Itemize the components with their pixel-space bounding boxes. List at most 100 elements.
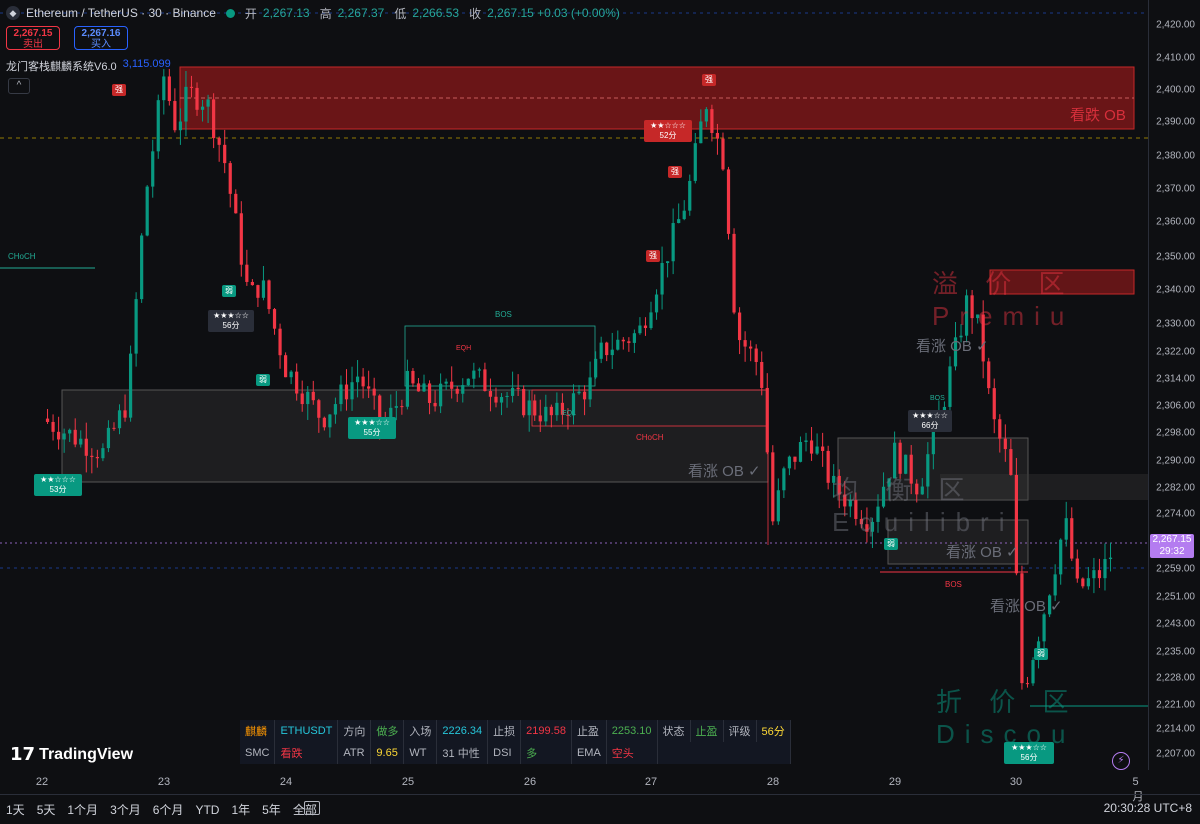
price-tick: 2,380.00 bbox=[1156, 150, 1195, 162]
price-tick: 2,314.00 bbox=[1156, 373, 1195, 385]
buy-button[interactable]: 2,267.16 买入 bbox=[74, 26, 128, 50]
tradingview-logo[interactable]: 𝟭𝟳 TradingView bbox=[10, 744, 133, 765]
calendar-icon[interactable] bbox=[304, 801, 320, 815]
info-value: 31 中性 bbox=[436, 742, 489, 764]
candle-body bbox=[311, 391, 315, 401]
indicator-legend[interactable]: 龙门客栈麒麟系统V6.0 3,115.099 bbox=[6, 58, 171, 74]
range-button[interactable]: 1年 bbox=[225, 801, 256, 818]
chart-svg[interactable] bbox=[0, 0, 1148, 770]
candle-body bbox=[184, 86, 188, 122]
close-value: 2,267.15 +0.03 (+0.00%) bbox=[487, 6, 620, 20]
candle-body bbox=[68, 429, 72, 434]
price-tick: 2,207.00 bbox=[1156, 748, 1195, 760]
candle-body bbox=[1025, 683, 1030, 685]
candle-body bbox=[533, 400, 537, 416]
candle-body bbox=[876, 506, 880, 522]
clock[interactable]: 20:30:28 UTC+8 bbox=[1104, 801, 1192, 815]
price-tick: 2,420.00 bbox=[1156, 19, 1195, 31]
candle-body bbox=[510, 387, 515, 396]
indicator-name: 龙门客栈麒麟系统V6.0 bbox=[6, 61, 117, 73]
premium-zone bbox=[989, 269, 1135, 295]
info-label: 状态 bbox=[657, 720, 691, 742]
eqh-tag: EQH bbox=[456, 345, 472, 352]
strong-tag-3: 强 bbox=[668, 166, 682, 178]
candle-body bbox=[865, 524, 869, 532]
candle-body bbox=[1070, 518, 1074, 559]
price-axis[interactable]: 2,420.00 2,410.00 2,400.00 2,390.00 2,380.00… bbox=[1148, 0, 1200, 770]
candle-body bbox=[223, 144, 227, 164]
price-tick: 2,306.00 bbox=[1156, 400, 1195, 412]
rating-badge-52: ★★☆☆☆ 52分 bbox=[644, 120, 692, 142]
time-axis[interactable]: 22 23 24 25 26 27 28 29 30 5月 bbox=[0, 770, 1148, 803]
info-label: 止损 bbox=[487, 720, 522, 742]
price-tick: 2,282.00 bbox=[1156, 482, 1195, 494]
range-button[interactable]: 5天 bbox=[31, 801, 62, 818]
candle-body bbox=[870, 521, 875, 532]
candle-body bbox=[632, 333, 636, 343]
candle-body bbox=[140, 235, 144, 300]
candle-body bbox=[976, 314, 980, 319]
candle-body bbox=[439, 383, 443, 407]
info-value: 2226.34 bbox=[436, 720, 489, 742]
candle-body bbox=[306, 391, 310, 405]
candle-body bbox=[522, 388, 526, 416]
chart-area[interactable]: 看跌 OB 看涨 OB ✓ 看涨 OB ✓ 看涨 OB ✓ 看涨 OB ✓ 溢 … bbox=[0, 0, 1148, 770]
candle-body bbox=[826, 450, 830, 483]
candle-body bbox=[544, 406, 548, 422]
candle-body bbox=[588, 377, 592, 400]
range-button[interactable]: YTD bbox=[189, 803, 225, 817]
indicator-value: 3,115.099 bbox=[122, 58, 171, 70]
candle-body bbox=[112, 427, 116, 429]
candle-body bbox=[200, 106, 205, 110]
candle-body bbox=[57, 431, 61, 440]
eq-zone bbox=[940, 474, 1148, 500]
range-button[interactable]: 1天 bbox=[0, 801, 31, 818]
candle-body bbox=[594, 358, 598, 378]
buy-label: 买入 bbox=[91, 39, 111, 50]
weak-tag-2: 弱 bbox=[256, 374, 270, 386]
candle-body bbox=[693, 143, 697, 181]
range-button[interactable]: 5年 bbox=[256, 801, 287, 818]
rating-badge-56b: ★★★☆☆ 56分 bbox=[1004, 742, 1054, 764]
candle-body bbox=[782, 468, 786, 491]
info-row-2: SMC 看跌 ATR 9.65 WT 31 中性 DSI 多 EMA 空头 bbox=[240, 742, 791, 764]
candle-body bbox=[45, 418, 50, 422]
box-bos-mid bbox=[404, 325, 596, 387]
candle-body bbox=[527, 400, 531, 416]
bear-ob-label: 看跌 OB bbox=[1070, 107, 1126, 124]
candle-body bbox=[837, 475, 841, 495]
range-button[interactable]: 6个月 bbox=[147, 801, 190, 818]
candle-body bbox=[73, 429, 77, 445]
candle-body bbox=[682, 210, 686, 220]
candle-body bbox=[1086, 578, 1090, 587]
open-label: 开 bbox=[244, 6, 257, 21]
bull-ob-label-2: 看涨 OB ✓ bbox=[916, 338, 989, 355]
candle-body bbox=[843, 494, 847, 507]
price-tick: 2,390.00 bbox=[1156, 116, 1195, 128]
candle-body bbox=[245, 264, 249, 282]
candle-body bbox=[726, 169, 731, 234]
eql-tag: EQL bbox=[562, 410, 577, 417]
candle-body bbox=[666, 261, 670, 264]
candle-body bbox=[355, 376, 360, 383]
candle-body bbox=[300, 393, 304, 405]
low-value: 2,266.53 bbox=[412, 6, 460, 20]
candle-body bbox=[787, 456, 792, 469]
range-button[interactable]: 3个月 bbox=[104, 801, 147, 818]
symbol-title[interactable]: Ethereum / TetherUS · 30 · Binance bbox=[26, 6, 216, 20]
sell-button[interactable]: 2,267.15 卖出 bbox=[6, 26, 60, 50]
lightning-icon[interactable]: ⚡ bbox=[1112, 752, 1130, 770]
collapse-legend-button[interactable]: ^ bbox=[8, 78, 30, 94]
candle-body bbox=[217, 138, 221, 145]
candle-body bbox=[284, 355, 288, 378]
candle-body bbox=[715, 132, 720, 139]
info-label: WT bbox=[403, 742, 438, 764]
candle-body bbox=[394, 406, 398, 408]
range-button[interactable]: 1个月 bbox=[61, 801, 104, 818]
time-tick: 26 bbox=[523, 776, 537, 788]
price-tick: 2,298.00 bbox=[1156, 427, 1195, 439]
buy-price: 2,267.16 bbox=[81, 28, 121, 39]
strong-tag-1: 强 bbox=[112, 84, 126, 96]
candles-group bbox=[45, 68, 1113, 690]
candle-body bbox=[1031, 660, 1035, 684]
